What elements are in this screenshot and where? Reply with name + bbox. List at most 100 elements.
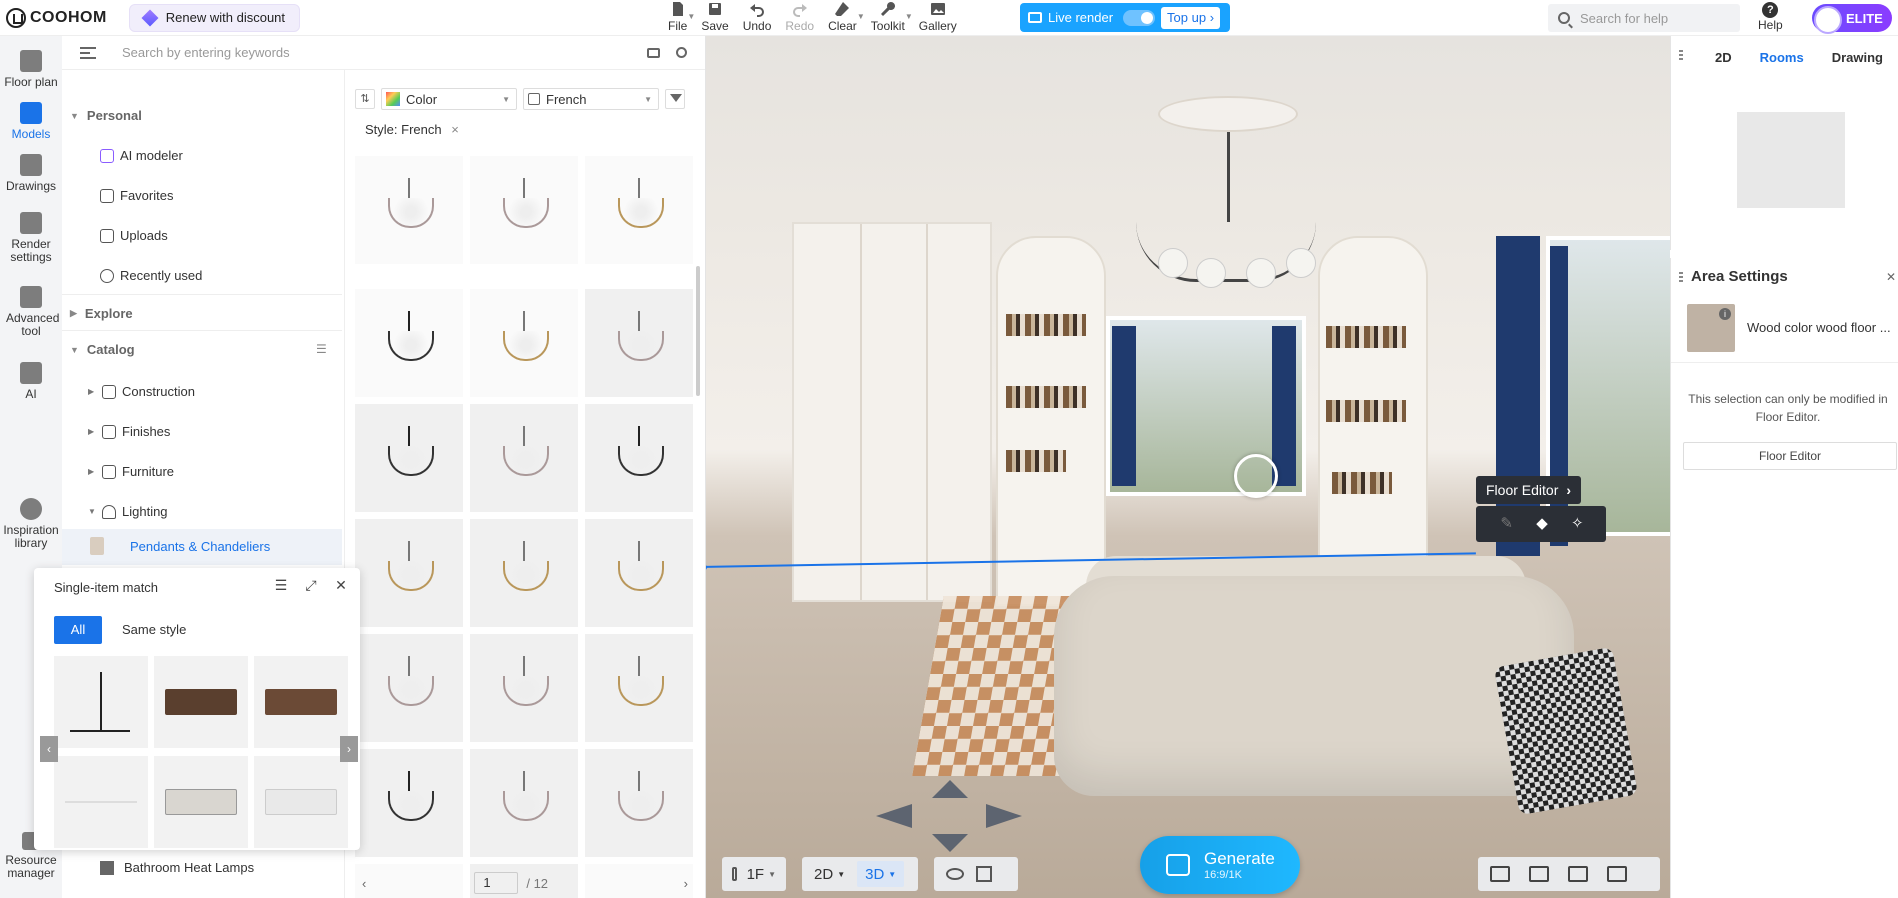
- model-thumbnail[interactable]: [470, 749, 578, 857]
- minimap[interactable]: [1737, 112, 1845, 208]
- eraser-icon[interactable]: ◆: [1535, 516, 1548, 532]
- material-swatch[interactable]: i: [1687, 304, 1735, 352]
- drag-handle-icon[interactable]: [1679, 50, 1683, 62]
- close-icon[interactable]: ×: [451, 122, 459, 137]
- camera-settings-icon[interactable]: [1529, 866, 1549, 882]
- gallery-button[interactable]: Gallery: [919, 0, 957, 36]
- live-render-toggle[interactable]: [1123, 9, 1156, 26]
- expand-icon[interactable]: ⤢: [304, 578, 318, 592]
- model-thumbnail[interactable]: [585, 404, 693, 512]
- style-filter-dropdown[interactable]: French ▼: [523, 88, 659, 110]
- model-thumbnail[interactable]: [585, 749, 693, 857]
- curved-sofa[interactable]: [1054, 576, 1574, 796]
- drag-handle-icon[interactable]: [1679, 272, 1683, 284]
- model-thumbnail[interactable]: [470, 289, 578, 397]
- toolkit-button[interactable]: Toolkit ▼: [871, 0, 913, 36]
- tree-item-favorites[interactable]: Favorites: [100, 188, 173, 203]
- tree-item-finishes[interactable]: ▶ Finishes: [88, 424, 170, 439]
- model-thumbnail[interactable]: [355, 289, 463, 397]
- tree-item-uploads[interactable]: Uploads: [100, 228, 168, 243]
- tab-all[interactable]: All: [54, 616, 102, 644]
- close-icon[interactable]: ✕: [334, 578, 348, 592]
- move-back-arrow-icon[interactable]: [932, 834, 968, 852]
- magic-brush-icon[interactable]: ✧: [1571, 516, 1584, 532]
- tab-2d[interactable]: 2D: [1715, 50, 1732, 65]
- section-catalog[interactable]: ▼ Catalog: [70, 342, 135, 357]
- match-item[interactable]: [154, 756, 248, 848]
- section-personal[interactable]: ▼ Personal: [70, 108, 142, 123]
- match-item[interactable]: [154, 656, 248, 748]
- mode-2d-button[interactable]: 2D ▼: [806, 861, 853, 887]
- catalog-settings-icon[interactable]: ☰: [316, 342, 327, 356]
- tree-item-recently-used[interactable]: Recently used: [100, 268, 202, 283]
- model-thumbnail[interactable]: [355, 404, 463, 512]
- pencil-icon[interactable]: ✎: [1500, 516, 1513, 532]
- grid-scrollbar[interactable]: [696, 266, 700, 396]
- floor-editor-tooltip[interactable]: Floor Editor ›: [1476, 476, 1582, 504]
- clear-button[interactable]: Clear ▼: [828, 0, 865, 36]
- floor-editor-button[interactable]: Floor Editor: [1683, 442, 1897, 470]
- zoom-view-icon[interactable]: [1607, 866, 1627, 882]
- model-thumbnail[interactable]: [355, 519, 463, 627]
- match-item[interactable]: [254, 656, 348, 748]
- sort-icon[interactable]: ⇅: [355, 89, 375, 109]
- model-thumbnail[interactable]: [355, 634, 463, 742]
- filter-icon[interactable]: [665, 89, 685, 109]
- tree-item-furniture[interactable]: ▶ Furniture: [88, 464, 174, 479]
- camera-angle-icon[interactable]: [1490, 866, 1510, 882]
- collapse-menu-icon[interactable]: [80, 46, 96, 59]
- model-thumbnail[interactable]: [585, 634, 693, 742]
- tree-item-lighting[interactable]: ▼ Lighting: [88, 504, 168, 519]
- bookshelf-left[interactable]: [996, 236, 1106, 606]
- list-filter-icon[interactable]: ☰: [274, 578, 288, 592]
- tab-rooms[interactable]: Rooms: [1760, 50, 1804, 65]
- live-render-button[interactable]: Live render Top up ›: [1020, 3, 1230, 32]
- match-item[interactable]: [54, 756, 148, 848]
- tab-drawing[interactable]: Drawing: [1832, 50, 1883, 65]
- help-search-input[interactable]: Search for help: [1548, 4, 1740, 32]
- move-forward-arrow-icon[interactable]: [932, 780, 968, 798]
- brand-logo[interactable]: COOHOM: [6, 7, 107, 28]
- search-icon[interactable]: [676, 47, 687, 58]
- tree-item-ai-modeler[interactable]: AI modeler: [100, 148, 183, 163]
- tree-item-construction[interactable]: ▶ Construction: [88, 384, 195, 399]
- elite-badge[interactable]: ELITE: [1812, 4, 1892, 34]
- rail-item-inspiration-library[interactable]: Inspiration library: [0, 498, 62, 550]
- renew-button[interactable]: Renew with discount: [128, 3, 301, 32]
- rail-item-advanced-tool[interactable]: Advanced tool: [0, 286, 62, 338]
- page-number-input[interactable]: 1: [474, 872, 519, 894]
- model-thumbnail[interactable]: [355, 156, 463, 264]
- model-thumbnail[interactable]: [470, 634, 578, 742]
- info-icon[interactable]: i: [1719, 308, 1731, 320]
- previous-page-button[interactable]: ‹: [362, 876, 366, 891]
- rail-item-models[interactable]: Models: [0, 102, 62, 141]
- image-search-icon[interactable]: [647, 47, 660, 58]
- match-item[interactable]: [54, 656, 148, 748]
- floor-selector[interactable]: 1F ▼: [722, 857, 786, 891]
- model-thumbnail[interactable]: [585, 519, 693, 627]
- model-thumbnail[interactable]: [470, 519, 578, 627]
- help-button[interactable]: ? Help: [1758, 2, 1783, 32]
- model-thumbnail[interactable]: [470, 404, 578, 512]
- tab-same-style[interactable]: Same style: [122, 616, 186, 644]
- tree-item-bathroom-heat-lamps[interactable]: Bathroom Heat Lamps: [100, 860, 254, 875]
- library-search-input[interactable]: Search by entering keywords: [122, 45, 647, 60]
- model-thumbnail[interactable]: [585, 156, 693, 264]
- rail-item-ai[interactable]: AI: [0, 362, 62, 401]
- wardrobe[interactable]: [792, 222, 992, 602]
- file-button[interactable]: File ▼: [668, 0, 695, 36]
- move-left-arrow-icon[interactable]: [876, 804, 912, 828]
- top-up-button[interactable]: Top up ›: [1161, 6, 1221, 29]
- previous-match-button[interactable]: ‹: [40, 736, 58, 762]
- 3d-viewport[interactable]: Floor Editor › ✎ ◆ ✧ 1F ▼ 2D ▼ 3D ▼ Genera…: [706, 36, 1670, 898]
- model-thumbnail[interactable]: [470, 156, 578, 264]
- rail-item-drawings[interactable]: Drawings: [0, 154, 62, 193]
- match-item[interactable]: [254, 756, 348, 848]
- close-icon[interactable]: ✕: [1886, 270, 1896, 284]
- mode-3d-button[interactable]: 3D ▼: [857, 861, 905, 887]
- generate-render-button[interactable]: Generate 16:9/1K: [1140, 836, 1300, 894]
- next-match-button[interactable]: ›: [340, 736, 358, 762]
- undo-button[interactable]: Undo: [743, 0, 771, 36]
- focus-icon[interactable]: [1568, 866, 1588, 882]
- model-thumbnail[interactable]: [355, 749, 463, 857]
